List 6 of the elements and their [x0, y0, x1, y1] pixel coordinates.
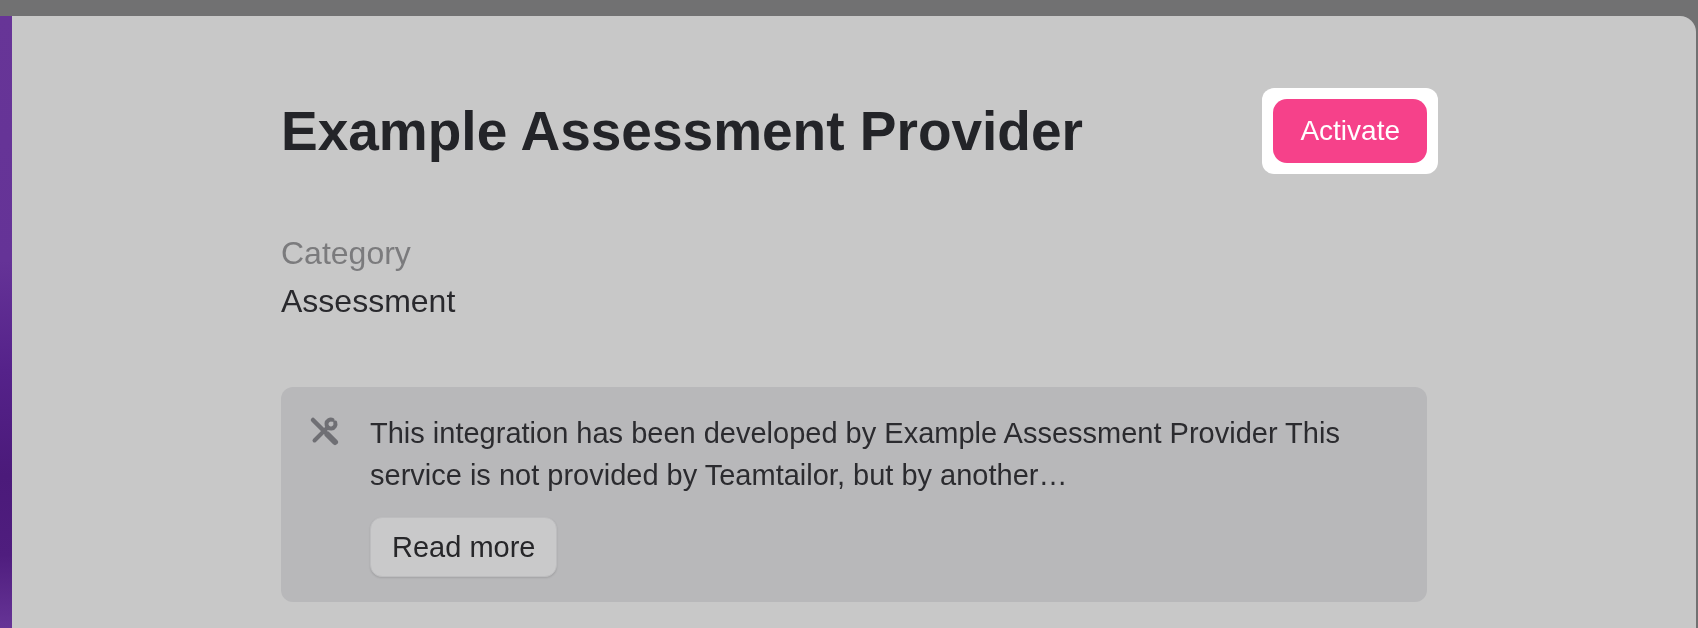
read-more-button[interactable]: Read more	[370, 517, 558, 577]
field-label: Category	[281, 234, 412, 273]
dialog-title: Example Assessment Provider	[281, 99, 1083, 164]
notice-text: This integration has been developed by Example Assessment Provider This service is not provided by Teamtailor, but by another…	[370, 416, 1341, 493]
tools-icon	[308, 415, 340, 447]
field-value: Assessment	[281, 282, 457, 321]
